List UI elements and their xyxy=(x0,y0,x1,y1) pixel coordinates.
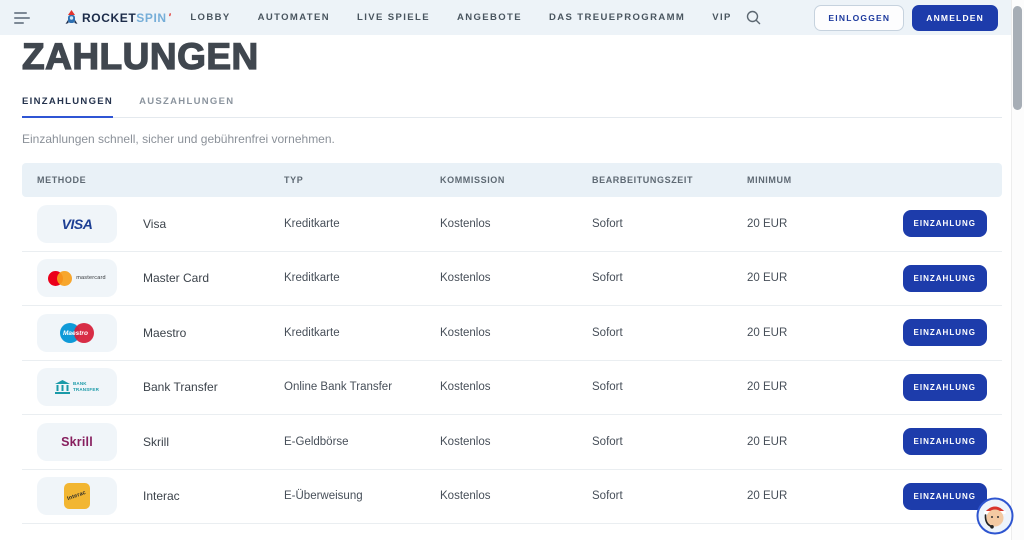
header-minimum: MINIMUM xyxy=(747,175,897,185)
menu-icon[interactable] xyxy=(14,12,32,24)
method-minimum: 20 EUR xyxy=(747,436,897,448)
method-commission: Kostenlos xyxy=(440,272,592,284)
method-cell: Skrill Skrill xyxy=(37,423,284,461)
method-logo: BANKTRANSFER xyxy=(37,368,117,406)
method-commission: Kostenlos xyxy=(440,381,592,393)
brand-text-secondary: SPIN xyxy=(136,11,166,25)
tab-einzahlungen[interactable]: EINZAHLUNGEN xyxy=(22,96,113,118)
method-minimum: 20 EUR xyxy=(747,490,897,502)
method-minimum: 20 EUR xyxy=(747,218,897,230)
register-button[interactable]: ANMELDEN xyxy=(912,5,998,31)
brand-spark-icon: ʹ xyxy=(166,12,171,24)
bank-icon xyxy=(55,380,70,394)
rocket-icon xyxy=(64,10,79,26)
page-title: ZAHLUNGEN xyxy=(22,38,1002,75)
method-type: Kreditkarte xyxy=(284,272,440,284)
scrollbar-track[interactable] xyxy=(1011,0,1024,540)
live-chat-widget[interactable] xyxy=(976,497,1014,535)
mastercard-logo: mastercard xyxy=(48,271,106,286)
method-type: Online Bank Transfer xyxy=(284,381,440,393)
interac-logo: Interac xyxy=(64,483,90,509)
method-cell: VISA Visa xyxy=(37,205,284,243)
header-typ: TYP xyxy=(284,175,440,185)
header-kommission: KOMMISSION xyxy=(440,175,592,185)
payment-row-banktransfer: BANKTRANSFER Bank Transfer Online Bank T… xyxy=(22,361,1002,416)
method-commission: Kostenlos xyxy=(440,436,592,448)
method-commission: Kostenlos xyxy=(440,490,592,502)
method-name: Interac xyxy=(143,489,180,503)
method-name: Visa xyxy=(143,217,166,231)
brand-text-primary: ROCKET xyxy=(82,11,136,25)
payments-tabs: EINZAHLUNGEN AUSZAHLUNGEN xyxy=(22,96,1002,118)
auth-buttons: EINLOGGEN ANMELDEN xyxy=(814,5,998,31)
method-processing-time: Sofort xyxy=(592,272,747,284)
payment-row-maestro: Maestro Maestro Kreditkarte Kostenlos So… xyxy=(22,306,1002,361)
payments-table: METHODE TYP KOMMISSION BEARBEITUNGSZEIT … xyxy=(22,163,1002,524)
header-methode: METHODE xyxy=(37,175,284,185)
method-processing-time: Sofort xyxy=(592,381,747,393)
method-cell: mastercard Master Card xyxy=(37,259,284,297)
method-processing-time: Sofort xyxy=(592,218,747,230)
method-cell: BANKTRANSFER Bank Transfer xyxy=(37,368,284,406)
method-logo: Skrill xyxy=(37,423,117,461)
method-minimum: 20 EUR xyxy=(747,272,897,284)
method-name: Skrill xyxy=(143,435,169,449)
method-processing-time: Sofort xyxy=(592,490,747,502)
deposit-button[interactable]: EINZAHLUNG xyxy=(903,483,987,510)
nav-item-vip[interactable]: VIP xyxy=(712,12,732,23)
payments-page: ZAHLUNGEN EINZAHLUNGEN AUSZAHLUNGEN Einz… xyxy=(0,38,1024,524)
deposit-button[interactable]: EINZAHLUNG xyxy=(903,374,987,401)
payment-row-skrill: Skrill Skrill E-Geldbörse Kostenlos Sofo… xyxy=(22,415,1002,470)
method-logo: Interac xyxy=(37,477,117,515)
table-header-row: METHODE TYP KOMMISSION BEARBEITUNGSZEIT … xyxy=(22,163,1002,197)
payments-table-body: VISA Visa Kreditkarte Kostenlos Sofort 2… xyxy=(22,197,1002,524)
skrill-logo: Skrill xyxy=(61,435,93,449)
support-agent-icon xyxy=(976,497,1014,535)
method-type: E-Geldbörse xyxy=(284,436,440,448)
tab-auszahlungen[interactable]: AUSZAHLUNGEN xyxy=(139,96,234,118)
payment-row-visa: VISA Visa Kreditkarte Kostenlos Sofort 2… xyxy=(22,197,1002,252)
top-navbar: ROCKETSPINʹ LOBBY AUTOMATEN LIVE SPIELE … xyxy=(0,0,1024,35)
header-bearbeitungszeit: BEARBEITUNGSZEIT xyxy=(592,175,747,185)
method-commission: Kostenlos xyxy=(440,327,592,339)
scrollbar-thumb[interactable] xyxy=(1013,6,1022,110)
method-minimum: 20 EUR xyxy=(747,327,897,339)
nav-item-automaten[interactable]: AUTOMATEN xyxy=(258,12,330,23)
page-subtitle: Einzahlungen schnell, sicher und gebühre… xyxy=(22,132,1002,146)
payment-row-interac: Interac Interac E-Überweisung Kostenlos … xyxy=(22,470,1002,525)
method-processing-time: Sofort xyxy=(592,327,747,339)
method-logo: VISA xyxy=(37,205,117,243)
deposit-button[interactable]: EINZAHLUNG xyxy=(903,428,987,455)
search-icon[interactable] xyxy=(746,10,761,25)
method-commission: Kostenlos xyxy=(440,218,592,230)
main-navigation: LOBBY AUTOMATEN LIVE SPIELE ANGEBOTE DAS… xyxy=(190,12,731,23)
method-name: Maestro xyxy=(143,326,186,340)
method-name: Master Card xyxy=(143,271,209,285)
maestro-logo: Maestro xyxy=(60,323,94,343)
banktransfer-logo: BANKTRANSFER xyxy=(55,380,99,394)
nav-item-live-spiele[interactable]: LIVE SPIELE xyxy=(357,12,430,23)
method-type: Kreditkarte xyxy=(284,218,440,230)
nav-item-angebote[interactable]: ANGEBOTE xyxy=(457,12,522,23)
nav-item-lobby[interactable]: LOBBY xyxy=(190,12,230,23)
method-minimum: 20 EUR xyxy=(747,381,897,393)
method-processing-time: Sofort xyxy=(592,436,747,448)
method-type: E-Überweisung xyxy=(284,490,440,502)
deposit-button[interactable]: EINZAHLUNG xyxy=(903,319,987,346)
method-logo: Maestro xyxy=(37,314,117,352)
method-logo: mastercard xyxy=(37,259,117,297)
method-type: Kreditkarte xyxy=(284,327,440,339)
nav-item-treueprogramm[interactable]: DAS TREUEPROGRAMM xyxy=(549,12,685,23)
payment-row-mastercard: mastercard Master Card Kreditkarte Koste… xyxy=(22,252,1002,307)
method-cell: Interac Interac xyxy=(37,477,284,515)
deposit-button[interactable]: EINZAHLUNG xyxy=(903,265,987,292)
visa-logo: VISA xyxy=(62,216,93,232)
login-button[interactable]: EINLOGGEN xyxy=(814,5,904,31)
brand-logo[interactable]: ROCKETSPINʹ xyxy=(64,10,170,26)
method-name: Bank Transfer xyxy=(143,380,218,394)
method-cell: Maestro Maestro xyxy=(37,314,284,352)
deposit-button[interactable]: EINZAHLUNG xyxy=(903,210,987,237)
